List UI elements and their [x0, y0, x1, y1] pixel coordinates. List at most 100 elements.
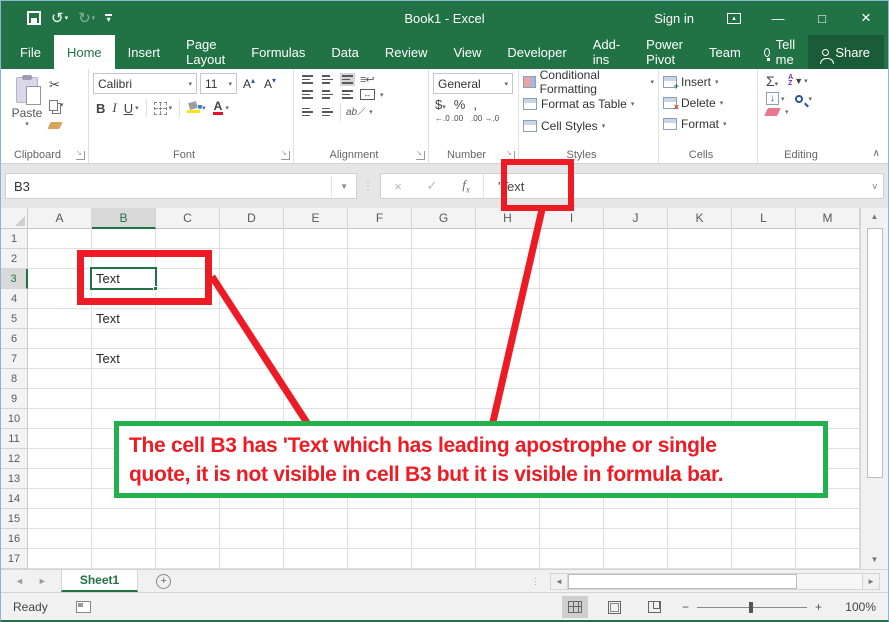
increase-indent-button[interactable] — [320, 106, 335, 119]
cell-J6[interactable] — [604, 329, 668, 349]
page-layout-view-button[interactable] — [602, 596, 628, 618]
cell-K6[interactable] — [668, 329, 732, 349]
font-name-combo[interactable]: Calibri▾ — [93, 73, 197, 94]
cell-J8[interactable] — [604, 369, 668, 389]
row-header-16[interactable]: 16 — [1, 529, 28, 549]
row-header-14[interactable]: 14 — [1, 489, 28, 509]
cell-A13[interactable] — [28, 469, 92, 489]
cell-M4[interactable] — [796, 289, 860, 309]
row-header-5[interactable]: 5 — [1, 309, 28, 329]
cell-I9[interactable] — [540, 389, 604, 409]
cell-K9[interactable] — [668, 389, 732, 409]
cell-J3[interactable] — [604, 269, 668, 289]
sheet-tab-sheet1[interactable]: Sheet1 — [61, 570, 138, 592]
cell-G7[interactable] — [412, 349, 476, 369]
cell-A15[interactable] — [28, 509, 92, 529]
cell-A17[interactable] — [28, 549, 92, 569]
cell-F5[interactable] — [348, 309, 412, 329]
clear-button[interactable]: ▾ — [766, 108, 789, 116]
cell-A8[interactable] — [28, 369, 92, 389]
cell-E1[interactable] — [284, 229, 348, 249]
column-header-H[interactable]: H — [476, 208, 540, 229]
row-header-11[interactable]: 11 — [1, 429, 28, 449]
cell-K2[interactable] — [668, 249, 732, 269]
cell-A12[interactable] — [28, 449, 92, 469]
name-box-dropdown-icon[interactable]: ▼ — [331, 176, 356, 197]
scroll-left-icon[interactable]: ◄ — [550, 573, 568, 590]
center-button[interactable] — [320, 88, 335, 101]
cell-M1[interactable] — [796, 229, 860, 249]
cell-A1[interactable] — [28, 229, 92, 249]
autosum-button[interactable]: Σ▾ — [766, 73, 778, 89]
percent-button[interactable]: % — [454, 97, 466, 112]
cell-F1[interactable] — [348, 229, 412, 249]
clipboard-dialog-launcher[interactable]: ↘ — [76, 151, 85, 160]
cell-A16[interactable] — [28, 529, 92, 549]
scroll-up-icon[interactable]: ▲ — [861, 208, 888, 226]
ribbon-tab-power-pivot[interactable]: Power Pivot — [633, 35, 696, 69]
cell-I16[interactable] — [540, 529, 604, 549]
cell-L15[interactable] — [732, 509, 796, 529]
normal-view-button[interactable] — [562, 596, 588, 618]
cell-L1[interactable] — [732, 229, 796, 249]
cell-G17[interactable] — [412, 549, 476, 569]
cell-K4[interactable] — [668, 289, 732, 309]
cell-C5[interactable] — [156, 309, 220, 329]
copy-button[interactable]: ▾ — [49, 97, 64, 113]
cell-M2[interactable] — [796, 249, 860, 269]
cell-J1[interactable] — [604, 229, 668, 249]
align-right-button[interactable] — [340, 88, 355, 101]
cell-D15[interactable] — [220, 509, 284, 529]
cell-I5[interactable] — [540, 309, 604, 329]
cell-D1[interactable] — [220, 229, 284, 249]
cell-L16[interactable] — [732, 529, 796, 549]
cell-L6[interactable] — [732, 329, 796, 349]
ribbon-tab-insert[interactable]: Insert — [115, 35, 174, 69]
cell-K17[interactable] — [668, 549, 732, 569]
cell-C6[interactable] — [156, 329, 220, 349]
cell-D16[interactable] — [220, 529, 284, 549]
cell-F9[interactable] — [348, 389, 412, 409]
cell-I15[interactable] — [540, 509, 604, 529]
page-break-view-button[interactable] — [642, 596, 668, 618]
cancel-icon[interactable]: × — [381, 179, 415, 194]
cell-D5[interactable] — [220, 309, 284, 329]
cell-E3[interactable] — [284, 269, 348, 289]
row-header-6[interactable]: 6 — [1, 329, 28, 349]
cell-K1[interactable] — [668, 229, 732, 249]
zoom-slider[interactable] — [697, 607, 807, 608]
cell-C17[interactable] — [156, 549, 220, 569]
horizontal-scroll-thumb[interactable] — [568, 574, 797, 589]
cell-L3[interactable] — [732, 269, 796, 289]
cell-C16[interactable] — [156, 529, 220, 549]
column-header-L[interactable]: L — [732, 208, 796, 229]
cell-H4[interactable] — [476, 289, 540, 309]
wrap-text-button[interactable]: ≡↩ — [360, 73, 374, 86]
ribbon-tab-home[interactable]: Home — [54, 35, 115, 69]
cell-K7[interactable] — [668, 349, 732, 369]
cell-G1[interactable] — [412, 229, 476, 249]
formula-bar-grip[interactable]: ⋮ — [363, 181, 374, 192]
next-sheet-icon[interactable]: ► — [38, 576, 47, 586]
cell-K15[interactable] — [668, 509, 732, 529]
formula-bar[interactable]: × ✓ fx 'Text v — [380, 173, 884, 199]
cell-A7[interactable] — [28, 349, 92, 369]
decrease-decimal-button[interactable]: .00 →.0 — [471, 115, 499, 123]
cell-F2[interactable] — [348, 249, 412, 269]
cell-M8[interactable] — [796, 369, 860, 389]
horizontal-scrollbar[interactable]: ◄ ► — [550, 572, 880, 590]
column-header-F[interactable]: F — [348, 208, 412, 229]
collapse-ribbon-icon[interactable]: ∧ — [873, 148, 880, 159]
find-select-button[interactable]: ▾ — [795, 95, 813, 103]
cell-I4[interactable] — [540, 289, 604, 309]
zoom-out-button[interactable]: − — [682, 600, 689, 614]
cell-L2[interactable] — [732, 249, 796, 269]
borders-button[interactable]: ▾ — [154, 102, 173, 115]
vertical-scrollbar[interactable]: ▲ ▼ — [860, 208, 888, 569]
ribbon-tab-page-layout[interactable]: Page Layout — [173, 35, 238, 69]
row-header-15[interactable]: 15 — [1, 509, 28, 529]
row-header-17[interactable]: 17 — [1, 549, 28, 569]
column-header-A[interactable]: A — [28, 208, 92, 229]
cell-styles-button[interactable]: Cell Styles▾ — [523, 117, 654, 135]
enter-icon[interactable]: ✓ — [415, 178, 449, 194]
